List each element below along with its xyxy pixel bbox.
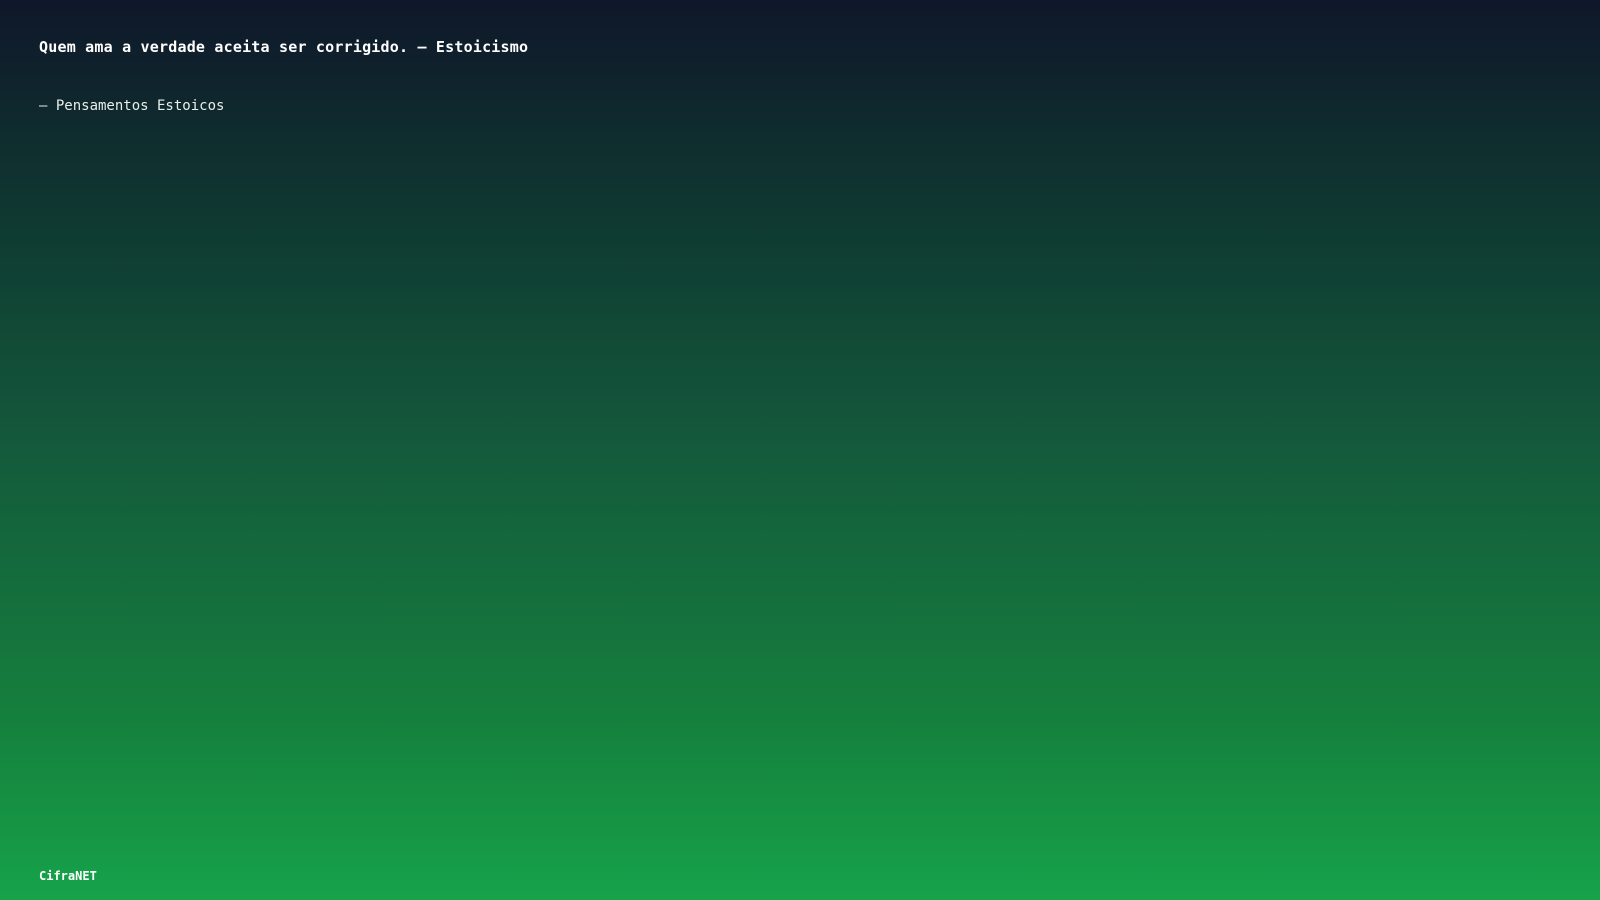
- quote-text: Quem ama a verdade aceita ser corrigido.…: [39, 38, 529, 56]
- quote-attribution: – Pensamentos Estoicos: [39, 98, 225, 114]
- screen: { "quote": { "text": "Quem ama a verdade…: [0, 0, 1600, 900]
- brand-label: CifraNET: [39, 869, 97, 883]
